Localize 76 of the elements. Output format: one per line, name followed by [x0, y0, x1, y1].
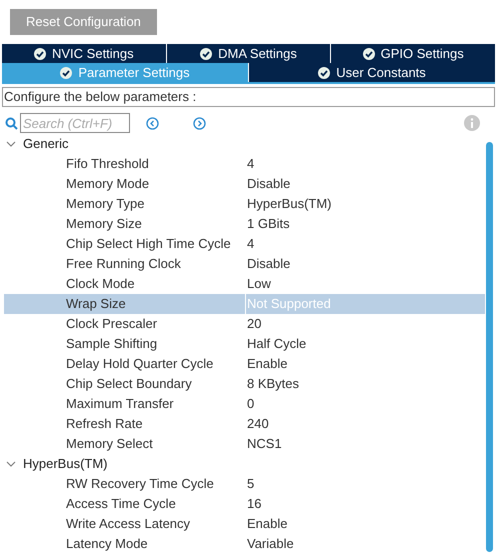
parameter-value: 20	[246, 315, 262, 334]
previous-icon[interactable]	[146, 116, 159, 130]
parameter-value: NCS1	[246, 435, 283, 454]
next-icon[interactable]	[193, 116, 206, 130]
parameter-name: Memory Type	[65, 195, 146, 214]
parameter-row[interactable]: Fifo Threshold 4	[4, 154, 485, 174]
parameter-value: Not Supported	[245, 294, 485, 314]
parameter-name: Wrap Size	[65, 295, 127, 314]
parameter-name: Memory Select	[65, 435, 154, 454]
parameter-name: Clock Mode	[65, 275, 136, 294]
parameter-name: Access Time Cycle	[65, 495, 177, 514]
parameter-value: Enable	[246, 515, 288, 534]
parameter-value: 5	[246, 475, 256, 494]
parameter-value: 4	[246, 235, 256, 254]
parameter-value: Half Cycle	[246, 335, 308, 354]
parameter-value: HyperBus(TM)	[246, 195, 333, 214]
parameter-row[interactable]: Clock Prescaler 20	[4, 314, 485, 334]
search-icon	[5, 116, 18, 130]
scrollbar[interactable]	[486, 142, 493, 552]
parameter-row[interactable]: Sample Shifting Half Cycle	[4, 334, 485, 354]
search-field[interactable]: Search (Ctrl+F)	[20, 113, 130, 133]
parameter-value: 240	[246, 415, 270, 434]
parameter-value: 0	[246, 395, 256, 414]
parameter-name: Clock Prescaler	[65, 315, 158, 334]
parameter-value: 8 KBytes	[246, 375, 300, 394]
parameter-name: Fifo Threshold	[65, 155, 150, 174]
parameter-name: Chip Select Boundary	[65, 375, 193, 394]
check-icon	[34, 48, 46, 60]
parameter-row[interactable]: Chip Select Boundary 8 KBytes	[4, 374, 485, 394]
parameter-name: Maximum Transfer	[65, 395, 175, 414]
settings-tab[interactable]: User Constants	[249, 63, 495, 82]
parameter-value: Low	[246, 275, 272, 294]
parameter-value: 16	[246, 495, 262, 514]
parameter-name: Chip Select High Time Cycle	[65, 235, 232, 254]
check-icon	[200, 48, 212, 60]
parameter-row[interactable]: Memory Select NCS1	[4, 434, 485, 454]
settings-tab[interactable]: DMA Settings	[166, 44, 330, 63]
parameter-row[interactable]: Access Time Cycle 16	[4, 494, 485, 514]
chevron-icon[interactable]	[6, 139, 16, 149]
parameter-value: Variable	[246, 535, 295, 554]
check-icon	[362, 48, 375, 60]
parameter-name: RW Recovery Time Cycle	[65, 475, 215, 494]
selected-parameter-row[interactable]: Wrap Size Not Supported	[4, 294, 485, 314]
check-icon	[318, 66, 330, 78]
parameter-name: Latency Mode	[65, 535, 149, 554]
parameter-row[interactable]: Memory Type HyperBus(TM)	[4, 194, 485, 214]
settings-tab[interactable]: GPIO Settings	[331, 44, 496, 63]
group-label[interactable]: HyperBus(TM)	[23, 454, 108, 474]
parameter-name: Memory Mode	[65, 175, 150, 194]
description-text: Configure the below parameters :	[2, 87, 495, 107]
parameter-row[interactable]: Chip Select High Time Cycle 4	[4, 234, 485, 254]
parameter-row[interactable]: Write Access Latency Enable	[4, 514, 485, 534]
parameter-name: Write Access Latency	[65, 515, 192, 534]
parameter-row[interactable]: Latency Mode Variable	[4, 534, 485, 554]
parameter-name: Sample Shifting	[65, 335, 158, 354]
settings-tab[interactable]: NVIC Settings	[2, 44, 166, 63]
parameter-value: Disable	[246, 175, 292, 194]
parameter-name: Memory Size	[65, 215, 143, 234]
parameter-value: 4	[246, 155, 256, 174]
parameter-row[interactable]: Memory Size 1 GBits	[4, 214, 485, 234]
parameter-row[interactable]: Clock Mode Low	[4, 274, 485, 294]
parameter-row[interactable]: Refresh Rate 240	[4, 414, 485, 434]
parameter-row[interactable]: Maximum Transfer 0	[4, 394, 485, 414]
check-icon	[60, 66, 72, 78]
chevron-icon[interactable]	[6, 459, 16, 469]
parameter-name: Delay Hold Quarter Cycle	[65, 355, 214, 374]
parameter-name: Refresh Rate	[65, 415, 144, 434]
parameter-value: 1 GBits	[246, 215, 291, 234]
parameter-row[interactable]: Free Running Clock Disable	[4, 254, 485, 274]
parameter-value: Disable	[246, 255, 292, 274]
parameter-row[interactable]: RW Recovery Time Cycle 5	[4, 474, 485, 494]
parameter-row[interactable]: Memory Mode Disable	[4, 174, 485, 194]
parameter-name: Free Running Clock	[65, 255, 182, 274]
group-label[interactable]: Generic	[23, 134, 69, 154]
parameter-value: Enable	[246, 355, 288, 374]
parameter-row[interactable]: Delay Hold Quarter Cycle Enable	[4, 354, 485, 374]
